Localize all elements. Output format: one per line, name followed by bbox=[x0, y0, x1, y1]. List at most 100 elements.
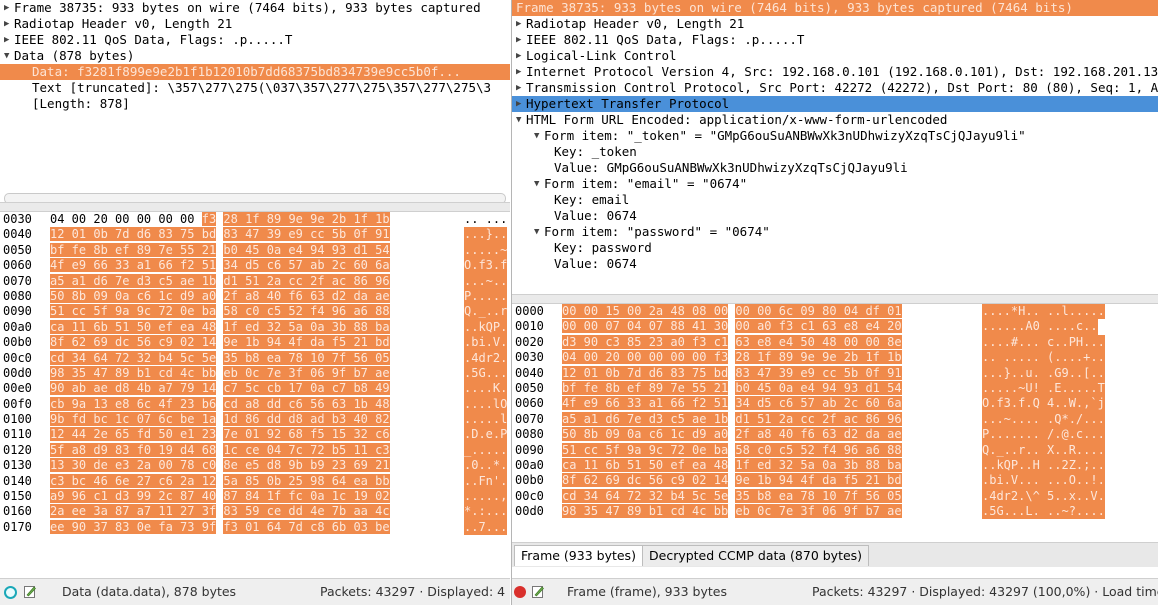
hex-ascii[interactable]: ...}..u. .G9..[.. bbox=[982, 365, 1105, 381]
hex-ascii[interactable]: ..7... bbox=[464, 519, 508, 536]
hex-ascii[interactable]: ...~.... .Q*./... bbox=[982, 411, 1105, 428]
hex-bytes[interactable]: 12 01 0b 7d d6 83 75 bd 83 47 39 e9 cc 5… bbox=[50, 227, 390, 242]
hex-row[interactable]: 0130 13 30 de e3 2a 00 78 c0 8e e5 d8 9b … bbox=[0, 458, 510, 474]
hex-ascii[interactable]: .5G...L. ..~?.... bbox=[982, 504, 1105, 520]
hex-ascii[interactable]: ....lO bbox=[464, 396, 508, 413]
hex-ascii[interactable]: _..... bbox=[464, 442, 508, 459]
hex-bytes[interactable]: 51 cc 5f 9a 9c 72 0e ba 58 c0 c5 52 f4 9… bbox=[562, 442, 902, 458]
hex-row[interactable]: 0040 12 01 0b 7d d6 83 75 bd 83 47 39 e9 … bbox=[512, 365, 1158, 381]
hex-bytes[interactable]: cd 34 64 72 32 b4 5c 5e 35 b8 ea 78 10 7… bbox=[562, 488, 902, 504]
tree-item[interactable]: Value: GMpG6ouSuANBWwXk3nUDhwizyXzqTsCjQ… bbox=[512, 160, 1158, 176]
edit-comment-icon[interactable] bbox=[532, 585, 544, 598]
tree-item[interactable]: Frame 38735: 933 bytes on wire (7464 bit… bbox=[512, 0, 1158, 16]
hex-bytes[interactable]: 04 00 20 00 00 00 00 f3 28 1f 89 9e 9e 2… bbox=[50, 212, 390, 227]
hex-bytes[interactable]: bf fe 8b ef 89 7e 55 21 b0 45 0a e4 94 9… bbox=[50, 242, 390, 258]
hex-row[interactable]: 0080 50 8b 09 0a c6 1c d9 a0 2f a8 40 f6 … bbox=[0, 288, 510, 305]
hex-bytes[interactable]: 50 8b 09 0a c6 1c d9 a0 2f a8 40 f6 63 d… bbox=[562, 427, 902, 442]
collapsed-arrow-icon[interactable]: ▶ bbox=[516, 16, 526, 32]
hex-row[interactable]: 0070 a5 a1 d6 7e d3 c5 ae 1b d1 51 2a cc … bbox=[512, 411, 1158, 428]
tree-item[interactable]: ▶ IEEE 802.11 QoS Data, Flags: .p.....T bbox=[0, 32, 510, 48]
hex-row[interactable]: 0030 04 00 20 00 00 00 00 f3 28 1f 89 9e … bbox=[0, 212, 510, 227]
tree-item[interactable]: ▶ Frame 38735: 933 bytes on wire (7464 bi… bbox=[0, 0, 510, 16]
hex-ascii[interactable]: ....#... c..PH... bbox=[982, 334, 1105, 351]
hex-ascii[interactable]: .D.e.P bbox=[464, 427, 508, 443]
tree-item[interactable]: Text [truncated]: \357\277\275(\037\357\… bbox=[0, 80, 510, 96]
expert-info-icon[interactable] bbox=[4, 586, 17, 599]
tree-item[interactable]: [Length: 878] bbox=[0, 96, 510, 112]
hex-bytes[interactable]: c3 bc 46 6e 27 c6 2a 12 5a 85 0b 25 98 6… bbox=[50, 473, 390, 489]
hex-bytes[interactable]: 8f 62 69 dc 56 c9 02 14 9e 1b 94 4f da f… bbox=[562, 473, 902, 488]
collapsed-arrow-icon[interactable]: ▶ bbox=[516, 96, 526, 112]
hex-row[interactable]: 0170 ee 90 37 83 0e fa 73 9f f3 01 64 7d … bbox=[0, 519, 510, 536]
hex-ascii[interactable]: .4dr2. bbox=[464, 350, 508, 366]
collapsed-arrow-icon[interactable]: ▶ bbox=[4, 0, 14, 16]
tree-item[interactable]: ▶ Hypertext Transfer Protocol bbox=[512, 96, 1158, 112]
hex-ascii[interactable]: .....~ bbox=[464, 242, 508, 259]
hex-ascii[interactable]: ......A0 ....c.. bbox=[982, 319, 1098, 335]
hex-row[interactable]: 0110 12 44 2e 65 fd 50 e1 23 7e 01 92 68 … bbox=[0, 427, 510, 443]
hex-ascii[interactable]: O.f3.f.Q 4..W.,`j bbox=[982, 396, 1105, 412]
hex-row[interactable]: 0090 51 cc 5f 9a 9c 72 0e ba 58 c0 c5 52 … bbox=[512, 442, 1158, 458]
pane-splitter[interactable] bbox=[512, 294, 1158, 304]
hex-bytes[interactable]: ca 11 6b 51 50 ef ea 48 1f ed 32 5a 0a 3… bbox=[562, 457, 902, 473]
hex-bytes[interactable]: ca 11 6b 51 50 ef ea 48 1f ed 32 5a 0a 3… bbox=[50, 319, 390, 335]
hex-ascii[interactable]: ....., bbox=[464, 489, 508, 505]
expanded-arrow-icon[interactable]: ▼ bbox=[516, 112, 526, 128]
hex-row[interactable]: 00d0 98 35 47 89 b1 cd 4c bb eb 0c 7e 3f … bbox=[0, 365, 510, 382]
hex-ascii[interactable]: .. ... bbox=[464, 212, 507, 227]
hex-row[interactable]: 00b0 8f 62 69 dc 56 c9 02 14 9e 1b 94 4f … bbox=[0, 335, 510, 351]
hex-ascii[interactable]: .0..*. bbox=[464, 458, 508, 474]
hex-row[interactable]: 0060 4f e9 66 33 a1 66 f2 51 34 d5 c6 57 … bbox=[0, 258, 510, 274]
tree-item[interactable]: Key: _token bbox=[512, 144, 1158, 160]
hex-ascii[interactable]: ....K. bbox=[464, 381, 508, 397]
hex-row[interactable]: 0090 51 cc 5f 9a 9c 72 0e ba 58 c0 c5 52 … bbox=[0, 304, 510, 320]
hex-bytes[interactable]: ee 90 37 83 0e fa 73 9f f3 01 64 7d c8 6… bbox=[50, 519, 390, 535]
hex-ascii[interactable]: .bi.V. bbox=[464, 335, 508, 351]
hex-ascii[interactable]: ...}.. bbox=[464, 227, 508, 243]
tree-item[interactable]: Data: f3281f899e9e2b1f1b12010b7dd68375bd… bbox=[0, 64, 510, 80]
pane-splitter[interactable] bbox=[0, 202, 510, 212]
hex-ascii[interactable]: .5G... bbox=[464, 365, 508, 382]
tree-item[interactable]: ▼ Form item: "_token" = "GMpG6ouSuANBWwXk… bbox=[512, 128, 1158, 144]
hex-row[interactable]: 0160 2a ee 3a 87 a7 11 27 3f 83 59 ce dd … bbox=[0, 504, 510, 520]
hex-bytes[interactable]: cd 34 64 72 32 b4 5c 5e 35 b8 ea 78 10 7… bbox=[50, 350, 390, 366]
hex-bytes[interactable]: 04 00 20 00 00 00 00 f3 28 1f 89 9e 9e 2… bbox=[562, 350, 902, 365]
hex-bytes[interactable]: cb 9a 13 e8 6c 4f 23 b6 cd a8 dd c6 56 6… bbox=[50, 396, 390, 412]
hex-bytes[interactable]: a9 96 c1 d3 99 2c 87 40 87 84 1f fc 0a 1… bbox=[50, 489, 390, 504]
hex-bytes[interactable]: 9b fd bc 1c 07 6c be 1a 1d 86 dd d8 ad b… bbox=[50, 412, 390, 427]
hex-row[interactable]: 00c0 cd 34 64 72 32 b4 5c 5e 35 b8 ea 78 … bbox=[512, 488, 1158, 505]
hex-ascii[interactable]: ....*H.. ..l..... bbox=[982, 304, 1105, 320]
hex-ascii[interactable]: *.:... bbox=[464, 504, 508, 520]
hex-row[interactable]: 0050 bf fe 8b ef 89 7e 55 21 b0 45 0a e4 … bbox=[512, 380, 1158, 397]
collapsed-arrow-icon[interactable]: ▶ bbox=[4, 32, 14, 48]
hex-row[interactable]: 00c0 cd 34 64 72 32 b4 5c 5e 35 b8 ea 78 … bbox=[0, 350, 510, 366]
hex-row[interactable]: 0070 a5 a1 d6 7e d3 c5 ae 1b d1 51 2a cc … bbox=[0, 273, 510, 289]
hex-ascii[interactable]: P..... bbox=[464, 288, 508, 305]
collapsed-arrow-icon[interactable]: ▶ bbox=[516, 32, 526, 48]
hex-row[interactable]: 0140 c3 bc 46 6e 27 c6 2a 12 5a 85 0b 25 … bbox=[0, 473, 510, 490]
hex-bytes[interactable]: 8f 62 69 dc 56 c9 02 14 9e 1b 94 4f da f… bbox=[50, 335, 390, 350]
hex-ascii[interactable]: ..kQP. bbox=[464, 319, 508, 336]
tree-item[interactable]: Key: email bbox=[512, 192, 1158, 208]
hex-ascii[interactable]: Q._..r bbox=[464, 304, 508, 320]
hex-row[interactable]: 0050 bf fe 8b ef 89 7e 55 21 b0 45 0a e4 … bbox=[0, 242, 510, 259]
hex-row[interactable]: 00b0 8f 62 69 dc 56 c9 02 14 9e 1b 94 4f … bbox=[512, 473, 1158, 489]
hex-row[interactable]: 0030 04 00 20 00 00 00 00 f3 28 1f 89 9e … bbox=[512, 350, 1158, 366]
tree-item[interactable]: Key: password bbox=[512, 240, 1158, 256]
tab-frame-bytes[interactable]: Frame (933 bytes) bbox=[514, 545, 643, 566]
hex-bytes[interactable]: 12 01 0b 7d d6 83 75 bd 83 47 39 e9 cc 5… bbox=[562, 365, 902, 381]
collapsed-arrow-icon[interactable]: ▶ bbox=[516, 64, 526, 80]
hex-row[interactable]: 00e0 90 ab ae d8 4b a7 79 14 c7 5c cb 17 … bbox=[0, 381, 510, 397]
hex-row[interactable]: 0020 d3 90 c3 85 23 a0 f3 c1 63 e8 e4 50 … bbox=[512, 334, 1158, 351]
hex-row[interactable]: 0060 4f e9 66 33 a1 66 f2 51 34 d5 c6 57 … bbox=[512, 396, 1158, 412]
expanded-arrow-icon[interactable]: ▼ bbox=[4, 48, 14, 64]
expanded-arrow-icon[interactable]: ▼ bbox=[534, 176, 544, 192]
tree-item[interactable]: ▼ Form item: "email" = "0674" bbox=[512, 176, 1158, 192]
tab-decrypted-ccmp[interactable]: Decrypted CCMP data (870 bytes) bbox=[642, 545, 870, 566]
tree-item[interactable]: Value: 0674 bbox=[512, 256, 1158, 272]
hex-bytes[interactable]: bf fe 8b ef 89 7e 55 21 b0 45 0a e4 94 9… bbox=[562, 380, 902, 396]
collapsed-arrow-icon[interactable]: ▶ bbox=[516, 80, 526, 96]
hex-ascii[interactable]: .....~U! .E.....T bbox=[982, 380, 1105, 397]
hex-ascii[interactable]: ...~.. bbox=[464, 273, 508, 289]
hex-row[interactable]: 00a0 ca 11 6b 51 50 ef ea 48 1f ed 32 5a … bbox=[512, 457, 1158, 474]
